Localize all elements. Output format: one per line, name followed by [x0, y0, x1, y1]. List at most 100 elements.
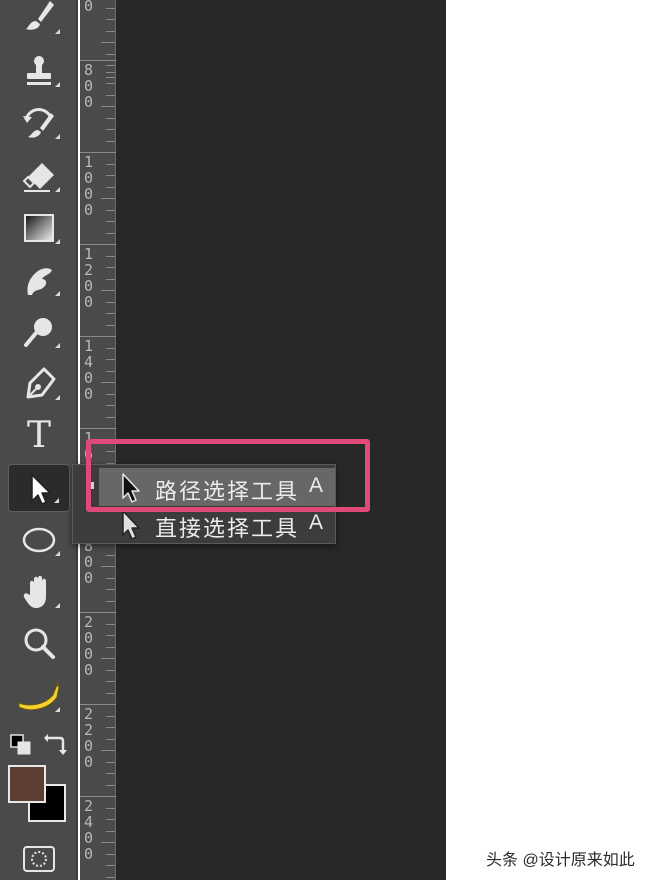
menu-item-shortcut: A — [308, 511, 323, 534]
ruler-minor-tick — [106, 865, 115, 866]
ruler-minor-tick — [106, 646, 115, 648]
banana-tool[interactable] — [8, 672, 70, 720]
ruler-minor-tick — [106, 301, 115, 303]
ruler-minor-tick — [106, 175, 115, 176]
ruler-minor-tick — [106, 278, 115, 280]
gradient-tool[interactable] — [8, 204, 70, 252]
ruler-minor-tick — [106, 53, 115, 55]
ruler-label: 2 4 0 0 — [84, 797, 94, 863]
clone-stamp-tool[interactable] — [8, 47, 70, 95]
default-colors-icon[interactable] — [10, 734, 32, 756]
ruler-minor-tick — [106, 255, 115, 257]
ruler-minor-tick — [101, 842, 115, 843]
ruler-minor-tick — [106, 692, 115, 694]
ruler-minor-tick — [106, 7, 115, 9]
dodge-tool[interactable] — [8, 308, 70, 356]
ruler-minor-tick — [106, 221, 115, 222]
quick-mask-icon[interactable] — [22, 845, 56, 873]
ruler-label: 0 — [84, 0, 94, 15]
ruler-minor-tick — [106, 669, 115, 671]
ruler-minor-tick — [106, 209, 115, 211]
ruler-label: 2 2 0 0 — [84, 705, 94, 771]
eraser-tool[interactable] — [8, 152, 70, 200]
brush-tool[interactable] — [8, 0, 70, 42]
ruler-minor-tick — [101, 382, 115, 383]
smudge-tool[interactable] — [8, 256, 70, 304]
ruler-minor-tick — [106, 784, 115, 786]
ruler-minor-tick — [106, 819, 115, 820]
history-brush-tool[interactable] — [8, 99, 70, 147]
ruler-minor-tick — [106, 876, 115, 878]
pen-tool[interactable] — [8, 360, 70, 408]
type-icon: T — [26, 415, 51, 456]
ruler-minor-tick — [106, 554, 115, 556]
ruler-minor-tick — [106, 830, 115, 832]
arrow-cursor-icon — [31, 474, 51, 505]
swap-colors-icon[interactable] — [42, 732, 68, 758]
gradient-icon — [24, 214, 54, 242]
ruler-minor-tick — [106, 94, 115, 96]
ruler-minor-tick — [106, 163, 115, 165]
ruler-minor-tick — [106, 140, 115, 142]
ruler-minor-tick — [106, 359, 115, 360]
hand-icon — [23, 575, 46, 608]
zoom-tool[interactable] — [8, 620, 70, 668]
ruler-minor-tick — [106, 773, 115, 774]
ruler-minor-tick — [106, 370, 115, 372]
ellipse-icon — [22, 527, 56, 553]
ruler-label: 1 2 0 0 — [84, 245, 94, 311]
ruler-minor-tick — [106, 738, 115, 740]
ruler-minor-tick — [106, 71, 115, 73]
ruler-label: 8 0 0 — [84, 61, 94, 111]
ruler-minor-tick — [101, 42, 115, 43]
ruler-minor-tick — [106, 600, 115, 602]
ruler-minor-tick — [106, 129, 115, 130]
ruler-minor-tick — [101, 106, 115, 107]
hand-tool[interactable] — [8, 568, 70, 616]
ruler-minor-tick — [106, 186, 115, 188]
ruler-minor-tick — [106, 324, 115, 326]
ruler-minor-tick — [106, 65, 115, 66]
eraser-icon — [22, 163, 54, 192]
ruler-minor-tick — [106, 623, 115, 625]
highlight-annotation-box — [86, 439, 370, 512]
ruler-minor-tick — [106, 313, 115, 314]
ellipse-tool[interactable] — [8, 516, 70, 564]
ruler-minor-tick — [106, 416, 115, 418]
ruler-minor-tick — [106, 267, 115, 268]
panel-divider — [76, 0, 78, 880]
ruler-minor-tick — [106, 30, 115, 32]
ruler-minor-tick — [106, 19, 115, 20]
ruler-minor-tick — [101, 198, 115, 199]
ruler-minor-tick — [101, 658, 115, 659]
ruler-minor-tick — [106, 347, 115, 349]
type-tool[interactable]: T — [8, 412, 70, 460]
ruler-minor-tick — [106, 117, 115, 119]
ruler-minor-tick — [106, 807, 115, 809]
ruler-minor-tick — [106, 727, 115, 728]
path-selection-tool[interactable] — [8, 464, 70, 512]
ruler-label: 1 0 0 0 — [84, 153, 94, 219]
ruler-minor-tick — [106, 635, 115, 636]
ruler-minor-tick — [106, 853, 115, 855]
ruler-minor-tick — [106, 577, 115, 579]
history-brush-icon — [23, 108, 54, 138]
ruler-minor-tick — [106, 681, 115, 682]
brush-icon — [26, 1, 54, 30]
ruler-minor-tick — [101, 290, 115, 291]
magnifier-icon — [24, 628, 55, 659]
foreground-color-swatch[interactable] — [8, 765, 46, 803]
direct-selection-icon — [122, 510, 140, 540]
menu-item-label: 直接选择工具 — [155, 516, 300, 541]
ruler-minor-tick — [106, 393, 115, 395]
dodge-icon — [24, 318, 52, 347]
ruler-label: 1 4 0 0 — [84, 337, 94, 403]
ruler-minor-tick — [106, 76, 115, 78]
white-background — [446, 0, 654, 880]
ruler-minor-tick — [106, 715, 115, 717]
watermark: 头条 @设计原来如此 — [486, 852, 635, 869]
ruler-minor-tick — [106, 589, 115, 590]
stamp-icon — [27, 56, 51, 85]
ruler-minor-tick — [101, 566, 115, 567]
ruler-minor-tick — [101, 750, 115, 751]
